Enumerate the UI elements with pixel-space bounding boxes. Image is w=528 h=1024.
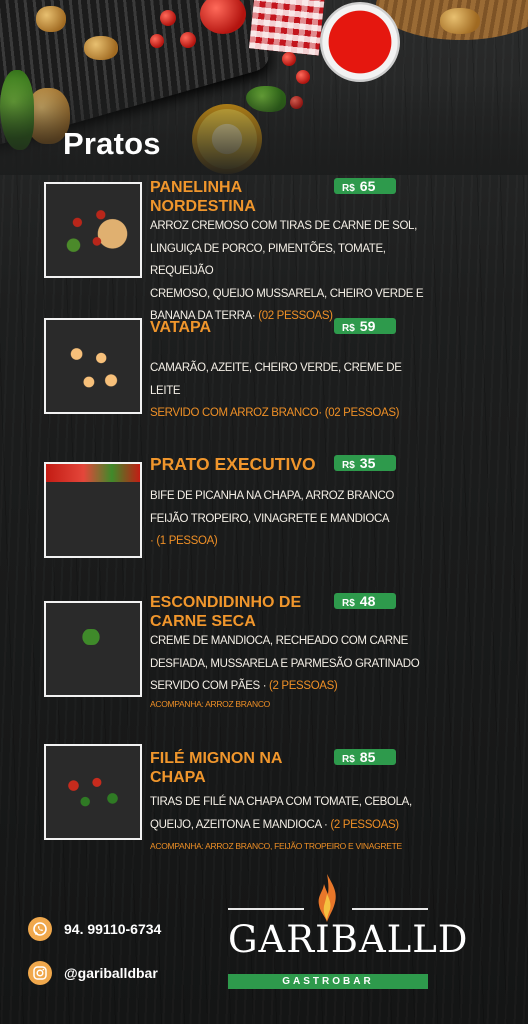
price-badge: R$ 59 [334,318,396,334]
description-line: CAMARÃO, AZEITE, CHEIRO VERDE, CREME DE … [150,362,402,397]
currency-label: R$ [342,460,355,471]
side-dish-note: ACOMPANHA: ARROZ BRANCO, FEIJÃO TROPEIRO… [150,841,402,851]
dish-name: PRATO EXECUTIVO [150,455,350,474]
logo-wordmark: GARIBALLD [228,918,469,961]
currency-label: R$ [342,323,355,334]
dish-description: TIRAS DE FILÉ NA CHAPA COM TOMATE, CEBOL… [150,791,426,836]
description-line: BIFE DE PICANHA NA CHAPA, ARROZ BRANCO [150,490,395,502]
dish-name-line: PANELINHA [150,179,243,196]
dish-name: PANELINHA NORDESTINA [150,178,340,216]
description-line: LINGUIÇA DE PORCO, PIMENTÕES, TOMATE, RE… [150,242,386,278]
dish-name-line: PRATO EXECUTIVO [150,454,316,474]
description-line: ARROZ CREMOSO COM TIRAS DE CARNE DE SOL, [150,220,417,232]
dish-name-line: NORDESTINA [150,198,256,215]
description-line: QUEIJO, AZEITONA E MANDIOCA · [150,818,328,831]
menu-item-vatapa: VATAPA R$ 59 CAMARÃO, AZEITE, CHEIRO VERD… [44,318,424,419]
serving-size: SERVIDO COM ARROZ BRANCO· (02 PESSOAS) [150,407,400,419]
dish-description: CREME DE MANDIOCA, RECHEADO COM CARNE DE… [150,630,426,698]
dish-name-line: ESCONDIDINHO DE [150,594,302,611]
price-badge: R$ 35 [334,455,396,471]
dish-photo [44,744,142,840]
contact-instagram: @gariballdbar [28,961,158,985]
currency-label: R$ [342,183,355,194]
menu-item-prato-executivo: PRATO EXECUTIVO R$ 35 BIFE DE PICANHA NA … [44,455,424,559]
dish-description: CAMARÃO, AZEITE, CHEIRO VERDE, CREME DE … [150,357,426,425]
instagram-handle[interactable]: @gariballdbar [64,965,158,981]
dish-name: VATAPA [150,318,340,337]
dish-name-line: VATAPA [150,319,212,336]
menu-item-escondidinho: ESCONDIDINHO DE CARNE SECA R$ 48 CREME DE… [44,593,424,713]
description-line: CREMOSO, QUEIJO MUSSARELA, CHEIRO VERDE … [150,287,424,300]
section-title: Pratos [63,126,161,161]
dish-photo [44,462,142,558]
dish-photo [44,318,142,414]
price-value: 48 [359,593,376,609]
logo-divider [352,908,428,910]
price-badge: R$ 65 [334,178,396,194]
dish-name: FILÉ MIGNON NA CHAPA [150,749,340,787]
description-line: TIRAS DE FILÉ NA CHAPA COM TOMATE, CEBOL… [150,796,412,808]
dish-description: ARROZ CREMOSO COM TIRAS DE CARNE DE SOL,… [150,215,426,328]
dish-name: ESCONDIDINHO DE CARNE SECA [150,593,340,631]
price-value: 85 [359,749,376,765]
currency-label: R$ [342,598,355,609]
price-value: 65 [359,178,376,194]
menu-item-file-mignon: FILÉ MIGNON NA CHAPA R$ 85 TIRAS DE FILÉ … [44,744,426,859]
dish-description: BIFE DE PICANHA NA CHAPA, ARROZ BRANCO F… [150,485,426,553]
dish-name-line: CHAPA [150,769,206,786]
dish-name-line: FILÉ MIGNON NA [150,750,283,767]
phone-number[interactable]: 94. 99110-6734 [64,921,161,937]
dish-photo [44,601,142,697]
instagram-icon [28,961,52,985]
currency-label: R$ [342,754,355,765]
dish-photo [44,182,142,278]
menu-item-panelinha-nordestina: PANELINHA NORDESTINA R$ 65 ARROZ CREMOSO … [44,178,424,322]
serving-size: (2 PESSOAS) [269,680,338,692]
description-line: SERVIDO COM PÃES · [150,680,267,692]
contact-phone: 94. 99110-6734 [28,917,161,941]
side-dish-note: ACOMPANHA: ARROZ BRANCO [150,699,270,709]
serving-size: (2 PESSOAS) [330,818,399,831]
dish-name-line: CARNE SECA [150,613,256,630]
logo-subtitle: GASTROBAR [228,974,428,989]
brand-logo: GARIBALLD GASTROBAR [228,872,469,992]
logo-divider [228,908,304,910]
description-line: DESFIADA, MUSSARELA E PARMESÃO GRATINADO [150,657,420,670]
description-line: CREME DE MANDIOCA, RECHEADO COM CARNE [150,635,408,647]
description-line: FEIJÃO TROPEIRO, VINAGRETE E MANDIOCA [150,512,390,525]
price-badge: R$ 48 [334,593,396,609]
price-badge: R$ 85 [334,749,396,765]
price-value: 35 [359,455,376,471]
serving-size: · (1 PESSOA) [150,535,218,547]
price-value: 59 [359,318,376,334]
whatsapp-icon [28,917,52,941]
flame-icon [318,874,336,922]
